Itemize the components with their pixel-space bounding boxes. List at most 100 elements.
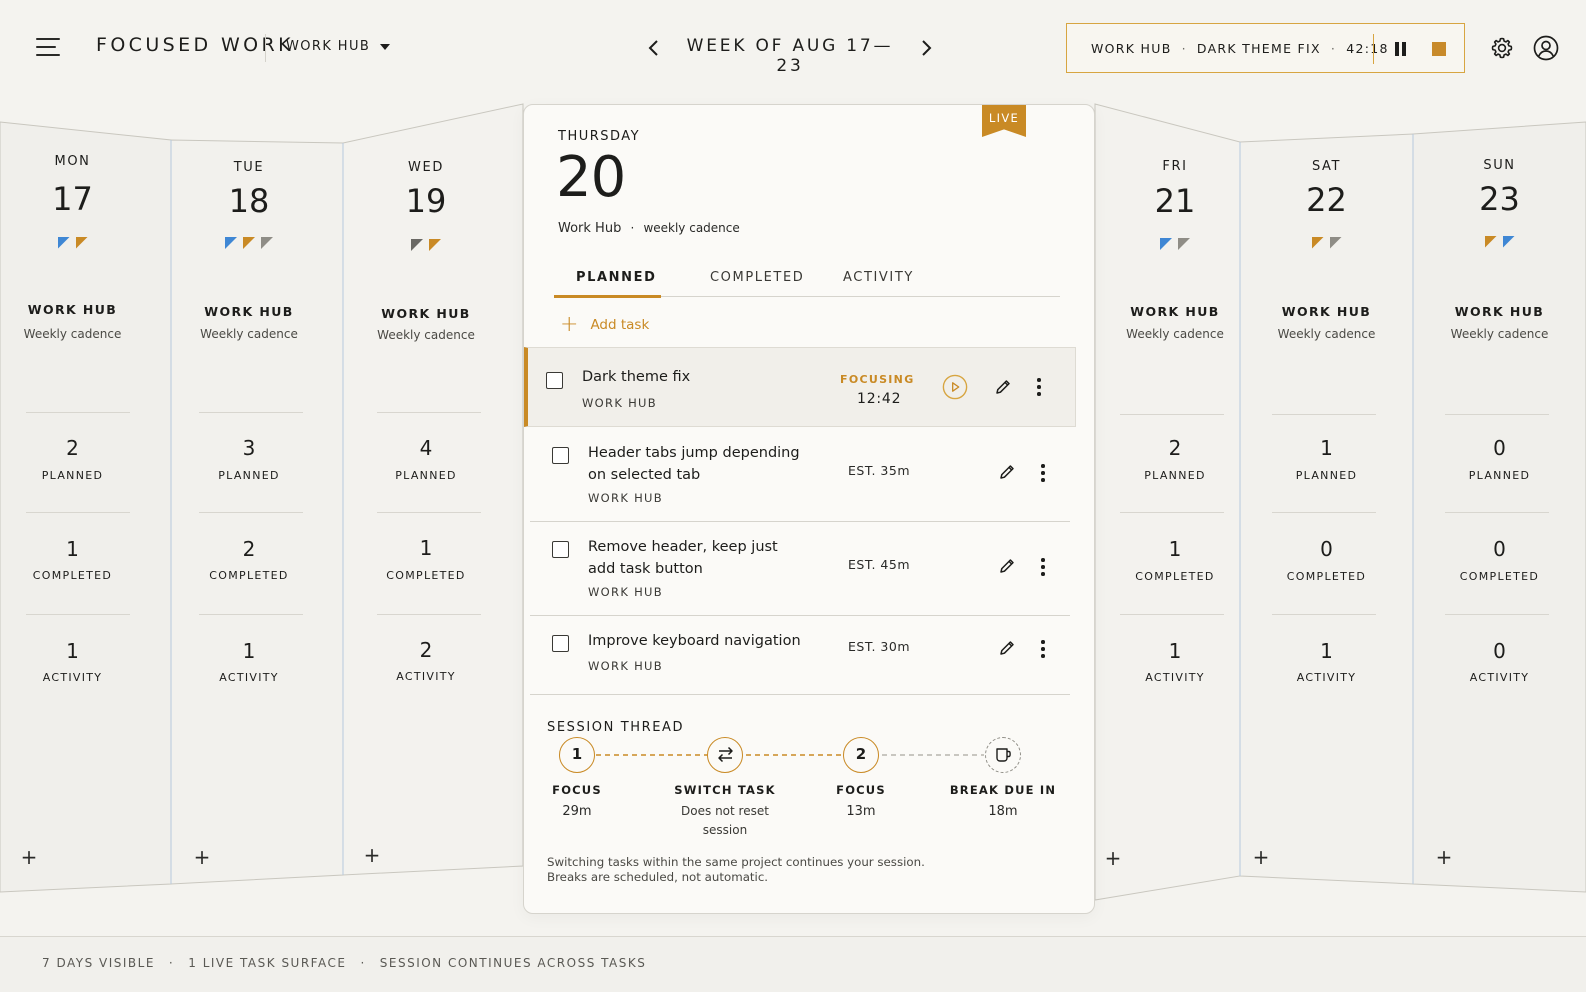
divider <box>26 614 130 615</box>
session-note-line1: Switching tasks within the same project … <box>547 855 925 869</box>
day-project: WORK HUB <box>204 304 294 319</box>
divider <box>1272 414 1376 415</box>
activity-count: 2 <box>419 638 433 662</box>
day-cadence: Weekly cadence <box>1126 327 1224 341</box>
coffee-cup-icon[interactable] <box>985 737 1021 773</box>
day-name: FRI <box>1162 159 1188 174</box>
day-cadence: Weekly cadence <box>377 328 475 342</box>
next-week-button[interactable] <box>914 36 938 60</box>
add-task-icon[interactable]: + <box>363 845 381 865</box>
task-row[interactable]: Header tabs jump depending on selected t… <box>530 431 1076 521</box>
task-checkbox[interactable] <box>546 372 563 389</box>
task-checkbox[interactable] <box>552 447 569 464</box>
day-number: 18 <box>228 182 270 220</box>
completed-label: COMPLETED <box>1135 570 1215 583</box>
planned-count: 0 <box>1493 436 1506 460</box>
task-estimate: EST. 30m <box>848 639 911 654</box>
session-task: DARK THEME FIX <box>1196 41 1321 56</box>
flag-icon <box>411 239 423 251</box>
more-options-icon[interactable] <box>1038 557 1048 577</box>
divider <box>1272 512 1376 513</box>
pencil-icon[interactable] <box>998 639 1016 657</box>
session-project: WORK HUB <box>1091 41 1172 56</box>
session-note: Switching tasks within the same project … <box>547 855 925 885</box>
thread-step-label: FOCUS <box>552 783 602 797</box>
task-status: FOCUSING <box>840 373 915 386</box>
task-estimate: EST. 45m <box>848 557 911 572</box>
task-checkbox[interactable] <box>552 635 569 652</box>
play-icon[interactable] <box>942 374 968 400</box>
thread-step-focus-1[interactable]: 1 <box>559 737 595 773</box>
thread-step-duration: 29m <box>562 804 592 819</box>
session-info: WORK HUB · DARK THEME FIX · 42:18 <box>1091 41 1389 56</box>
task-title-line2: on selected tab <box>588 467 701 483</box>
previous-week-button[interactable] <box>642 36 666 60</box>
completed-label: COMPLETED <box>386 569 466 582</box>
thread-step-label: SWITCH TASK <box>674 783 776 797</box>
day-name: SUN <box>1483 158 1516 173</box>
day-column-sat[interactable]: SAT 22 WORK HUB Weekly cadence 1 PLANNED… <box>1240 96 1413 896</box>
task-row-focused[interactable]: Dark theme fix WORK HUB FOCUSING 12:42 <box>524 347 1076 427</box>
tab-planned[interactable]: PLANNED <box>576 270 657 285</box>
gear-icon[interactable] <box>1490 36 1514 60</box>
day-column-fri[interactable]: FRI 21 WORK HUB Weekly cadence 2 PLANNED… <box>1105 96 1240 896</box>
flag-icon <box>1311 237 1324 249</box>
thread-step-focus-2[interactable]: 2 <box>843 737 879 773</box>
more-options-icon[interactable] <box>1038 463 1048 483</box>
task-timer: 12:42 <box>857 391 902 407</box>
divider <box>1120 414 1224 415</box>
user-avatar-icon[interactable] <box>1533 35 1559 61</box>
divider <box>1445 512 1549 513</box>
planned-label: PLANNED <box>218 469 280 482</box>
day-project: WORK HUB <box>1130 304 1220 319</box>
add-task-icon[interactable]: + <box>193 847 211 867</box>
menu-icon[interactable] <box>36 38 60 56</box>
separator-dot: · <box>168 956 175 970</box>
pencil-icon[interactable] <box>998 463 1016 481</box>
tab-completed[interactable]: COMPLETED <box>710 270 804 285</box>
tab-activity[interactable]: ACTIVITY <box>843 270 914 285</box>
pencil-icon[interactable] <box>994 378 1012 396</box>
divider <box>26 512 130 513</box>
add-task-icon[interactable]: + <box>1104 848 1122 868</box>
project-flags <box>1240 237 1413 249</box>
day-column-wed[interactable]: WED 19 WORK HUB Weekly cadence 4 PLANNED… <box>343 96 509 896</box>
day-column-tue[interactable]: TUE 18 WORK HUB Weekly cadence 3 PLANNED… <box>171 96 327 896</box>
stop-button[interactable] <box>1432 42 1446 56</box>
day-name: WED <box>408 160 444 175</box>
day-column-sun[interactable]: SUN 23 WORK HUB Weekly cadence 0 PLANNED… <box>1413 96 1586 896</box>
divider <box>1445 414 1549 415</box>
day-cadence: Weekly cadence <box>1450 327 1549 341</box>
day-column-mon[interactable]: MON 17 WORK HUB Weekly cadence 2 PLANNED… <box>0 96 145 896</box>
planned-count: 4 <box>419 436 433 460</box>
day-project: WORK HUB <box>1454 304 1545 319</box>
divider <box>530 521 1070 522</box>
task-row[interactable]: Improve keyboard navigation WORK HUB EST… <box>530 619 1076 693</box>
task-row[interactable]: Remove header, keep just add task button… <box>530 525 1076 615</box>
today-subtitle: Work Hub · weekly cadence <box>558 221 740 236</box>
switch-icon[interactable] <box>707 737 743 773</box>
more-options-icon[interactable] <box>1034 377 1044 397</box>
today-day-name: THURSDAY <box>558 129 641 144</box>
divider <box>1120 512 1224 513</box>
more-options-icon[interactable] <box>1038 639 1048 659</box>
status-session: SESSION CONTINUES ACROSS TASKS <box>379 956 647 970</box>
add-task-icon[interactable]: + <box>20 847 38 867</box>
add-task-icon[interactable]: + <box>1252 847 1270 867</box>
activity-count: 1 <box>1168 639 1182 663</box>
add-task-button[interactable]: + Add task <box>560 314 649 336</box>
project-dropdown[interactable]: WORK HUB <box>286 39 391 54</box>
task-checkbox[interactable] <box>552 541 569 558</box>
separator-dot: · <box>630 221 635 235</box>
add-task-icon[interactable]: + <box>1435 847 1453 867</box>
completed-label: COMPLETED <box>1459 570 1540 583</box>
activity-label: ACTIVITY <box>219 671 279 684</box>
planned-count: 3 <box>242 436 256 460</box>
pause-button[interactable] <box>1392 40 1410 58</box>
thread-step-label: FOCUS <box>836 783 886 797</box>
project-flags <box>0 237 145 249</box>
task-title-line2: add task button <box>588 561 703 577</box>
flag-icon <box>57 237 70 249</box>
pencil-icon[interactable] <box>998 557 1016 575</box>
session-thread-title: SESSION THREAD <box>547 720 685 735</box>
